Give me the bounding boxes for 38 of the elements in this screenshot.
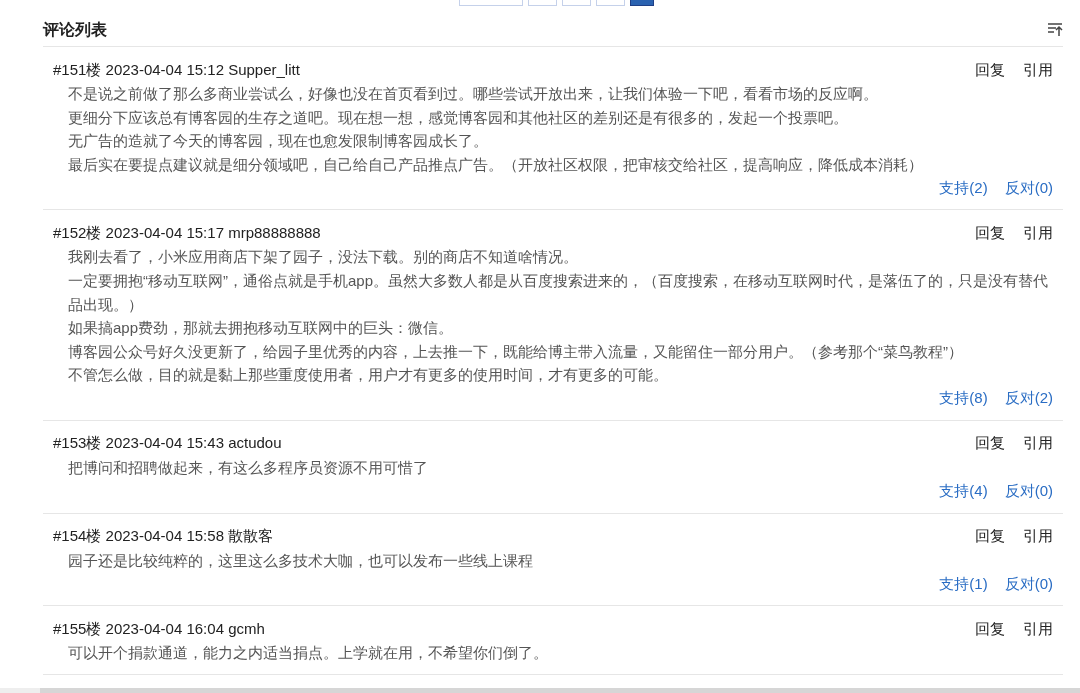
reply-link[interactable]: 回复: [975, 619, 1005, 639]
comment-text: 不管怎么做，目的就是黏上那些重度使用者，用户才有更多的使用时间，才有更多的可能。: [68, 365, 669, 386]
comment-text: 不是说之前做了那么多商业尝试么，好像也没在首页看到过。哪些尝试开放出来，让我们体验一下吧，看看市场的反应啊。: [68, 84, 879, 104]
oppose-link[interactable]: 反对(0): [1004, 574, 1053, 594]
section-title: 评论列表: [43, 19, 107, 40]
comment-text: 无广告的造就了今天的博客园，现在也愈发限制博客园成长了。: [68, 131, 489, 152]
reply-link[interactable]: 回复: [975, 60, 1005, 80]
comment-header: #153楼 2023-04-04 15:43 actudou: [53, 434, 283, 454]
reply-link[interactable]: 回复: [975, 527, 1005, 547]
reply-link[interactable]: 回复: [975, 223, 1005, 243]
comment-header: #152楼 2023-04-04 15:17 mrp88888888: [53, 223, 322, 243]
quote-link[interactable]: 引用: [1023, 60, 1053, 80]
comment-text: 博客园公众号好久没更新了，给园子里优秀的内容，上去推一下，既能给博主带入流量，又能留住一部分用户。（参考那个“菜鸟教程”）: [68, 341, 964, 362]
comment-text: 最后实在要提点建议就是细分领域吧，自己给自己产品推点广告。（开放社区权限，把审核交给社区，提高响应，降低成本消耗）: [68, 154, 924, 175]
comment-text: 我刚去看了，小米应用商店下架了园子，没法下载。别的商店不知道啥情况。: [68, 247, 579, 268]
comment-header: #154楼 2023-04-04 15:58 散散客: [53, 527, 275, 547]
support-link[interactable]: 支持(1): [939, 574, 988, 594]
comment-text: 把博问和招聘做起来，有这么多程序员资源不用可惜了: [68, 457, 429, 478]
comment-text: 可以开个捐款通道，能力之内适当捐点。上学就在用，不希望你们倒了。: [68, 643, 549, 664]
quote-link[interactable]: 引用: [1023, 619, 1053, 639]
quote-link[interactable]: 引用: [1023, 527, 1053, 547]
comment-text: 更细分下应该总有博客园的生存之道吧。现在想一想，感觉博客园和其他社区的差别还是有很多的，发起一个投票吧。: [68, 107, 849, 128]
quote-link[interactable]: 引用: [1023, 223, 1053, 243]
comment-text: 一定要拥抱“移动互联网”，通俗点就是手机app。虽然大多数人都是从百度搜索进来的，（百度搜索，在移动互联网时代，是落伍了的，只是没有替代品出现。）: [68, 270, 1050, 315]
comment-text: 园子还是比较纯粹的，这里这么多技术大咖，也可以发布一些线上课程: [68, 550, 534, 571]
quote-link[interactable]: 引用: [1023, 434, 1053, 454]
support-link[interactable]: 支持(4): [939, 482, 988, 502]
comment-header: #155楼 2023-04-04 16:04 gcmh: [53, 619, 266, 639]
reply-link[interactable]: 回复: [975, 434, 1005, 454]
support-link[interactable]: 支持(8): [939, 389, 988, 409]
oppose-link[interactable]: 反对(2): [1004, 389, 1053, 409]
oppose-link[interactable]: 反对(0): [1004, 482, 1053, 502]
oppose-link[interactable]: 反对(0): [1004, 178, 1053, 198]
scrollbar[interactable]: [0, 688, 1080, 693]
sort-icon[interactable]: [1047, 23, 1063, 37]
comment-header: #151楼 2023-04-04 15:12 Supper_litt: [53, 60, 301, 80]
comment-text: 如果搞app费劲，那就去拥抱移动互联网中的巨头：微信。: [68, 318, 455, 339]
support-link[interactable]: 支持(2): [939, 178, 988, 198]
